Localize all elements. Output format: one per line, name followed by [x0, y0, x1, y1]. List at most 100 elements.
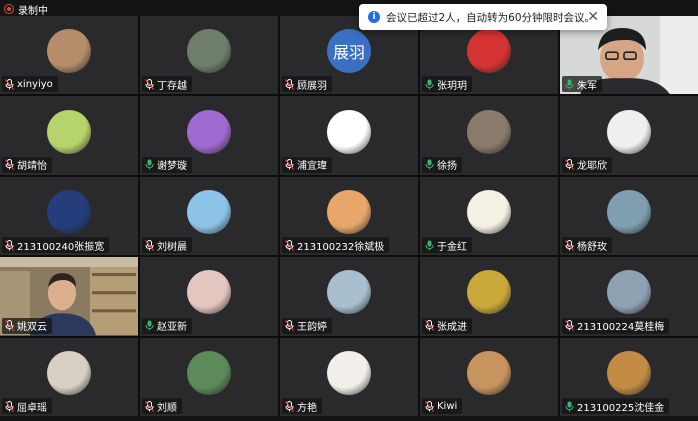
participant-grid: xinyiyo 丁存越 展羽顾展羽 张玥玥 朱军胡靖怡 谢梦璇 浦宜瑋 徐扬 龙耶欣 213100…	[0, 16, 698, 416]
mic-muted-icon	[565, 320, 574, 331]
participant-avatar	[187, 270, 231, 315]
participant-tile[interactable]: 张成进	[420, 257, 558, 336]
participant-avatar	[607, 270, 651, 315]
participant-tile[interactable]: 浦宜瑋	[280, 96, 418, 175]
participant-avatar	[467, 29, 511, 74]
participant-tile[interactable]: Kiwi	[420, 337, 558, 416]
participant-avatar	[47, 350, 91, 395]
participant-avatar	[327, 350, 371, 395]
participant-tile[interactable]: 方艳	[280, 337, 418, 416]
mic-icon	[425, 79, 434, 90]
participant-tile[interactable]: 谢梦璇	[140, 96, 278, 175]
participant-name: 213100240张振宽	[17, 241, 105, 253]
participant-tile[interactable]: 龙耶欣	[560, 96, 698, 175]
recording-indicator: 录制中	[4, 2, 48, 17]
participant-name-tag: 方艳	[282, 398, 322, 414]
participant-name: 张成进	[437, 322, 467, 334]
participant-avatar	[607, 109, 651, 154]
mic-muted-icon	[145, 78, 154, 90]
participant-name: 屈卓瑶	[17, 402, 47, 414]
participant-avatar	[47, 29, 91, 74]
mic-icon	[145, 159, 154, 170]
participant-avatar	[467, 109, 511, 154]
participant-tile[interactable]: 213100240张振宽	[0, 176, 138, 256]
time-limit-notification: i 会议已超过2人，自动转为60分钟限时会议。 ✕	[359, 4, 607, 30]
participant-name-tag: 213100232徐斌极	[282, 237, 390, 254]
mic-icon	[565, 79, 574, 90]
participant-name: 张玥玥	[437, 80, 467, 92]
mic-muted-icon	[145, 239, 154, 251]
participant-name-tag: 徐扬	[422, 156, 462, 173]
participant-name: 胡靖怡	[17, 161, 47, 173]
notification-message: 会议已超过2人，自动转为60分钟限时会议。	[386, 11, 596, 24]
participant-tile[interactable]: 赵亚新	[140, 257, 278, 336]
participant-name: 刘顺	[157, 402, 177, 414]
participant-name: 赵亚新	[157, 322, 187, 334]
participant-name: 龙耶欣	[577, 161, 607, 173]
participant-name: 徐扬	[437, 161, 457, 173]
info-icon: i	[368, 11, 380, 23]
participant-name: 朱军	[577, 80, 597, 92]
mic-muted-icon	[425, 400, 434, 412]
mic-muted-icon	[5, 78, 14, 90]
participant-tile[interactable]: 姚双云	[0, 257, 138, 336]
participant-tile[interactable]: 于金红	[420, 176, 558, 256]
participant-name-tag: 胡靖怡	[2, 156, 52, 173]
mic-icon	[145, 320, 154, 331]
participant-name-tag: 谢梦璇	[142, 156, 192, 173]
participant-avatar	[467, 270, 511, 315]
participant-tile[interactable]: 213100225沈佳金	[560, 337, 698, 416]
participant-tile[interactable]: 213100232徐斌极	[280, 176, 418, 256]
recording-label: 录制中	[18, 5, 48, 17]
mic-icon	[425, 240, 434, 251]
participant-avatar	[467, 190, 511, 235]
participant-tile[interactable]: 刘树晨	[140, 176, 278, 256]
participant-avatar	[467, 350, 511, 395]
participant-avatar	[327, 270, 371, 315]
participant-name-tag: 刘树晨	[142, 237, 192, 254]
mic-muted-icon	[285, 78, 294, 90]
participant-tile[interactable]: 213100224莫桂梅	[560, 257, 698, 336]
participant-name-tag: 213100240张振宽	[2, 237, 110, 254]
participant-avatar	[327, 190, 371, 235]
participant-name: 姚双云	[17, 322, 47, 334]
mic-icon	[425, 159, 434, 170]
participant-tile[interactable]: 王韵婷	[280, 257, 418, 336]
participant-name: 213100225沈佳金	[577, 402, 665, 414]
mic-muted-icon	[285, 239, 294, 251]
participant-name-tag: 213100224莫桂梅	[562, 317, 670, 334]
participant-tile[interactable]: 徐扬	[420, 96, 558, 175]
participant-avatar: 展羽	[327, 29, 371, 74]
mic-muted-icon	[565, 159, 574, 171]
participant-name: xinyiyo	[17, 78, 53, 90]
participant-name: 方艳	[297, 402, 317, 414]
participant-name-tag: 于金红	[422, 237, 472, 254]
participant-name: 王韵婷	[297, 322, 327, 334]
participant-avatar	[607, 190, 651, 235]
mic-muted-icon	[285, 320, 294, 331]
participant-name-tag: 顾展羽	[282, 76, 332, 93]
participant-tile[interactable]: 杨舒玫	[560, 176, 698, 256]
participant-name-tag: 刘顺	[142, 398, 182, 414]
participant-name-tag: 赵亚新	[142, 317, 192, 334]
participant-name-tag: 屈卓瑶	[2, 398, 52, 414]
mic-muted-icon	[5, 320, 14, 331]
participant-name-tag: 张成进	[422, 317, 472, 334]
participant-name-tag: xinyiyo	[2, 76, 58, 93]
participant-name: 杨舒玫	[577, 241, 607, 253]
participant-avatar	[187, 350, 231, 395]
mic-muted-icon	[425, 320, 434, 331]
participant-name-tag: 浦宜瑋	[282, 156, 332, 173]
participant-name: 丁存越	[157, 80, 187, 92]
close-icon[interactable]: ✕	[587, 9, 599, 25]
participant-tile[interactable]: xinyiyo	[0, 16, 138, 95]
participant-tile[interactable]: 刘顺	[140, 337, 278, 416]
participant-avatar	[187, 190, 231, 235]
mic-icon	[565, 401, 574, 412]
participant-tile[interactable]: 丁存越	[140, 16, 278, 95]
participant-name: 213100232徐斌极	[297, 241, 385, 253]
participant-tile[interactable]: 胡靖怡	[0, 96, 138, 175]
participant-name-tag: 丁存越	[142, 76, 192, 93]
participant-tile[interactable]: 屈卓瑶	[0, 337, 138, 416]
mic-muted-icon	[5, 400, 14, 412]
